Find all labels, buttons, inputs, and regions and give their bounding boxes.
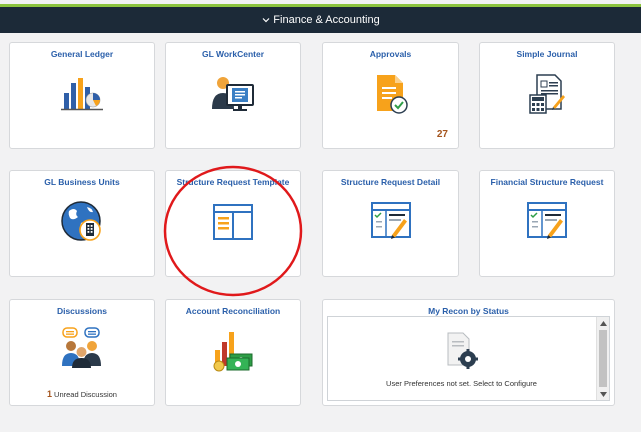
journal-calculator-icon — [527, 73, 567, 120]
vertical-scrollbar[interactable] — [596, 317, 609, 400]
tile-title: Approvals — [369, 49, 412, 59]
tile-my-recon-by-status[interactable]: My Recon by Status User Preferences not … — [322, 299, 615, 406]
template-layout-icon — [212, 203, 254, 246]
tile-gl-business-units[interactable]: GL Business Units — [9, 170, 155, 277]
tile-account-reconciliation[interactable]: Account Reconciliation — [165, 299, 301, 406]
scroll-up-arrow-icon[interactable] — [597, 317, 609, 329]
tile-discussions[interactable]: Discussions 1 Unread Discussion — [9, 299, 155, 406]
scroll-down-arrow-icon[interactable] — [597, 388, 609, 400]
tile-financial-structure-request[interactable]: Financial Structure Request — [479, 170, 615, 277]
tile-title: Financial Structure Request — [490, 177, 604, 187]
tile-title: Structure Request Detail — [340, 177, 441, 187]
bars-money-icon — [211, 328, 255, 377]
section-title: Finance & Accounting — [273, 14, 380, 26]
unread-count: 1 — [47, 389, 53, 399]
checklist-pencil-icon — [370, 201, 412, 246]
people-chat-icon — [59, 326, 105, 373]
tile-title: My Recon by Status — [428, 306, 509, 316]
tile-approvals[interactable]: Approvals 27 — [322, 42, 459, 149]
tile-structure-request-detail[interactable]: Structure Request Detail — [322, 170, 459, 277]
document-checkmark-icon — [371, 73, 411, 120]
tile-title: General Ledger — [50, 49, 114, 59]
tile-general-ledger[interactable]: General Ledger — [9, 42, 155, 149]
unread-discussions: 1 Unread Discussion — [10, 389, 154, 399]
recon-content-panel[interactable]: User Preferences not set. Select to Conf… — [327, 316, 610, 401]
scrollbar-thumb[interactable] — [599, 330, 607, 387]
tile-structure-request-template[interactable]: Structure Request Template — [165, 170, 301, 277]
tile-title: Structure Request Template — [176, 177, 290, 187]
person-monitor-icon — [209, 73, 257, 120]
section-header[interactable]: Finance & Accounting — [0, 7, 641, 33]
tile-title: GL WorkCenter — [201, 49, 265, 59]
checklist-pencil-icon — [526, 201, 568, 246]
tile-simple-journal[interactable]: Simple Journal — [479, 42, 615, 149]
tile-title: Simple Journal — [516, 49, 578, 59]
unread-label: Unread Discussion — [54, 390, 117, 399]
tile-gl-workcenter[interactable]: GL WorkCenter — [165, 42, 301, 149]
recon-config-message[interactable]: User Preferences not set. Select to Conf… — [328, 379, 595, 388]
tile-title: Discussions — [56, 306, 108, 316]
bar-pie-chart-icon — [60, 73, 104, 118]
globe-building-icon — [59, 199, 105, 248]
tile-title: Account Reconciliation — [185, 306, 281, 316]
chevron-down-icon[interactable] — [261, 15, 271, 25]
tile-title: GL Business Units — [44, 177, 120, 187]
document-gear-icon — [443, 331, 481, 376]
approvals-count-badge: 27 — [436, 129, 448, 140]
